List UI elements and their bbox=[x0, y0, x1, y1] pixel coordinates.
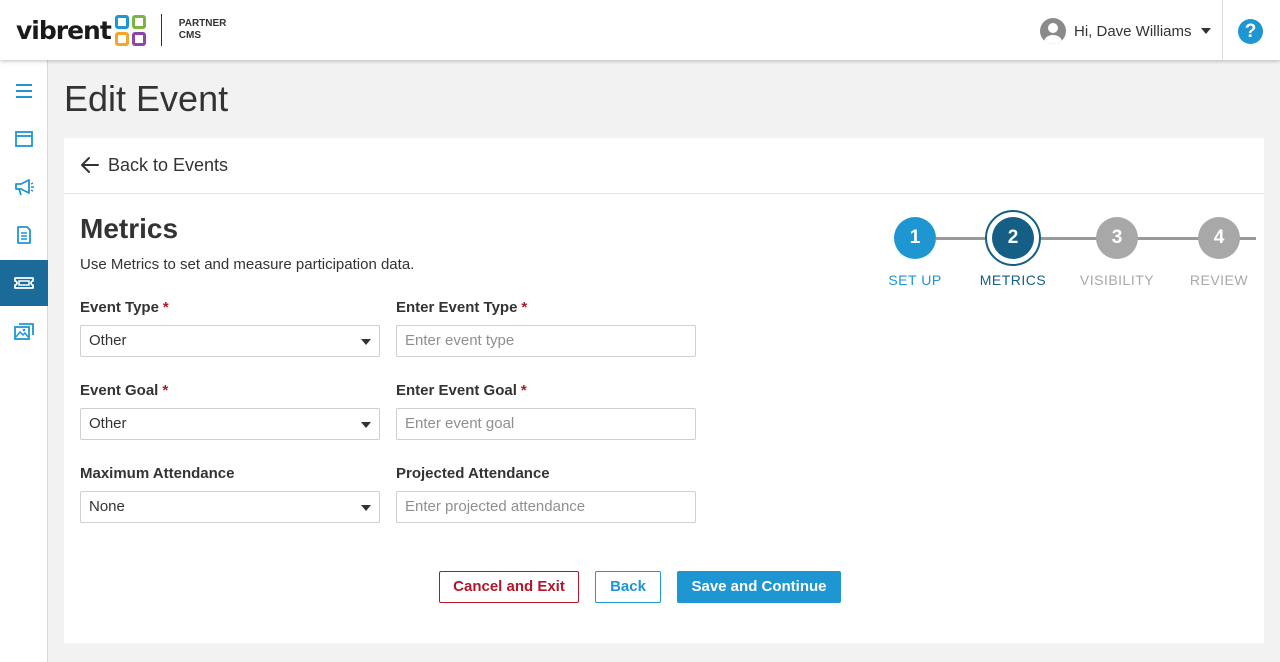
required-marker: * bbox=[162, 299, 169, 316]
user-greeting: Hi, Dave Williams bbox=[1074, 22, 1192, 40]
top-bar: vibrent PARTNER CMS Hi, Dave Williams ? bbox=[0, 0, 1280, 60]
projected-attendance-label: Projected Attendance bbox=[396, 465, 550, 482]
sidebar-item-pages[interactable] bbox=[0, 116, 48, 162]
event-goal-input[interactable]: Enter event goal bbox=[396, 408, 696, 440]
chevron-down-icon bbox=[1200, 28, 1211, 34]
step-1-circle[interactable]: 1 bbox=[894, 217, 936, 259]
logo-subtitle: PARTNER CMS bbox=[178, 18, 227, 41]
menu-icon bbox=[16, 84, 32, 98]
sidebar-item-events[interactable] bbox=[0, 260, 48, 306]
max-attendance-label: Maximum Attendance bbox=[80, 465, 235, 482]
sidebar-item-menu[interactable] bbox=[0, 68, 48, 114]
sidebar-item-documents[interactable] bbox=[0, 212, 48, 258]
required-marker: * bbox=[520, 382, 527, 399]
logo-squares-icon bbox=[114, 14, 146, 46]
projected-attendance-input[interactable]: Enter projected attendance bbox=[396, 491, 696, 523]
event-type-label: Event Type bbox=[80, 299, 159, 316]
step-1-label: SET UP bbox=[888, 272, 942, 288]
section-title: Metrics bbox=[80, 213, 179, 244]
enter-event-goal-label: Enter Event Goal bbox=[396, 382, 517, 399]
event-type-select[interactable]: Other bbox=[80, 325, 380, 357]
sidebar bbox=[0, 60, 48, 662]
ticket-icon bbox=[14, 277, 34, 289]
megaphone-icon bbox=[15, 179, 34, 196]
step-4-label: REVIEW bbox=[1189, 272, 1249, 288]
logo-divider bbox=[160, 14, 162, 46]
required-marker: * bbox=[521, 299, 528, 316]
projected-attendance-field: Projected Attendance Enter projected att… bbox=[396, 464, 696, 523]
logo-wordmark: vibrent bbox=[16, 15, 112, 45]
dropdown-caret-icon bbox=[361, 505, 371, 511]
cancel-and-exit-button[interactable]: Cancel and Exit bbox=[439, 571, 579, 603]
section-description: Use Metrics to set and measure participa… bbox=[80, 256, 415, 273]
browser-window-icon bbox=[15, 131, 33, 147]
max-attendance-select[interactable]: None bbox=[80, 491, 380, 523]
help-icon[interactable]: ? bbox=[1238, 19, 1263, 44]
media-gallery-icon bbox=[14, 323, 34, 340]
arrow-left-icon bbox=[81, 157, 99, 173]
event-type-input[interactable]: Enter event type bbox=[396, 325, 696, 357]
divider bbox=[64, 193, 1264, 194]
save-and-continue-button[interactable]: Save and Continue bbox=[677, 571, 841, 603]
event-goal-field: Event Goal * Other bbox=[80, 381, 380, 440]
back-link-label: Back to Events bbox=[108, 154, 229, 175]
required-marker: * bbox=[162, 382, 169, 399]
avatar-icon bbox=[1040, 18, 1066, 44]
enter-event-type-label: Enter Event Type bbox=[396, 299, 518, 316]
step-3-circle[interactable]: 3 bbox=[1096, 217, 1138, 259]
sidebar-item-media[interactable] bbox=[0, 308, 48, 354]
dropdown-caret-icon bbox=[361, 422, 371, 428]
edit-event-card: Back to Events Metrics Use Metrics to se… bbox=[64, 138, 1264, 643]
enter-event-goal-field: Enter Event Goal * Enter event goal bbox=[396, 381, 696, 440]
progress-stepper: 1 SET UP 2 METRICS 3 VISIBILITY 4 REVIEW bbox=[884, 210, 1264, 300]
event-type-field: Event Type * Other bbox=[80, 298, 380, 357]
step-3-label: VISIBILITY bbox=[1079, 272, 1155, 288]
step-2-label: METRICS bbox=[979, 272, 1047, 288]
document-icon bbox=[17, 226, 31, 244]
max-attendance-field: Maximum Attendance None bbox=[80, 464, 380, 523]
header-divider bbox=[1222, 0, 1223, 60]
back-button[interactable]: Back bbox=[595, 571, 661, 603]
user-menu[interactable]: Hi, Dave Williams bbox=[1040, 18, 1211, 44]
enter-event-type-field: Enter Event Type * Enter event type bbox=[396, 298, 696, 357]
step-2-circle[interactable]: 2 bbox=[992, 217, 1034, 259]
event-goal-label: Event Goal bbox=[80, 382, 159, 399]
vibrent-logo[interactable]: vibrent PARTNER CMS bbox=[16, 12, 226, 48]
sidebar-item-announcements[interactable] bbox=[0, 164, 48, 210]
page-title: Edit Event bbox=[64, 78, 229, 119]
step-4-circle[interactable]: 4 bbox=[1198, 217, 1240, 259]
back-to-events-link[interactable]: Back to Events bbox=[80, 152, 228, 178]
dropdown-caret-icon bbox=[361, 339, 371, 345]
event-goal-select[interactable]: Other bbox=[80, 408, 380, 440]
